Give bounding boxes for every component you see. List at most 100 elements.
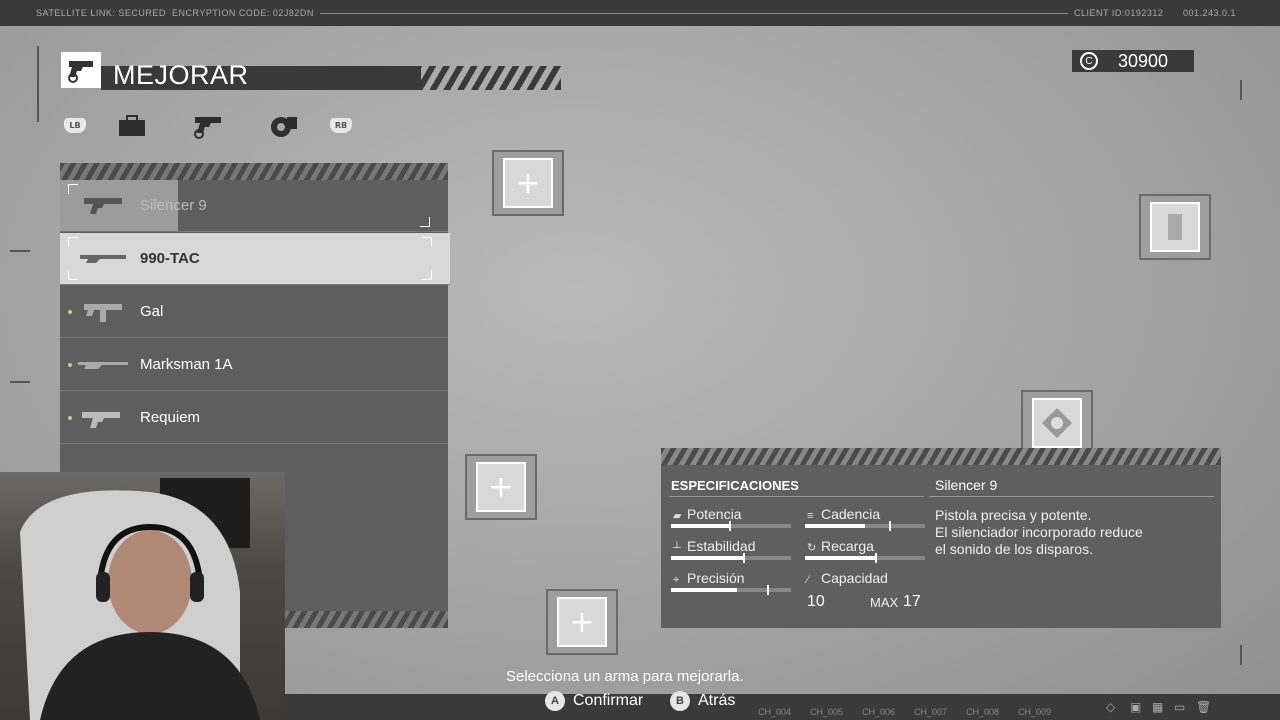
credits-display: C 30900 [1072,50,1194,72]
grid-icon: ▦ [1152,700,1164,714]
webcam-overlay [0,472,285,720]
weapon-item-marksman-1a[interactable]: Marksman 1A [60,339,448,391]
a-button-icon: A [545,691,565,711]
attachment-slot-left[interactable]: + [465,454,537,520]
frame-tick [1240,80,1242,100]
window-icon: ▭ [1174,700,1186,714]
corner-bracket [422,270,432,280]
add-icon: + [476,462,526,512]
emblem-icon [1032,398,1082,448]
specs-title: ESPECIFICACIONES [671,478,799,493]
briefcase-icon[interactable] [116,112,148,140]
rifle-thumbnail [78,362,128,369]
rb-button[interactable]: RB [330,118,352,133]
fire-rate-icon: ≡ [807,510,814,522]
stat-capacidad: ⁄ Capacidad [807,570,888,586]
encryption-code: ENCRYPTION CODE: 02J82DN [172,8,314,18]
stability-icon: ┴ [673,542,681,554]
magazine-slot[interactable] [1139,194,1211,260]
stat-bar [805,553,925,563]
stat-estabilidad: ┴ Estabilidad [673,538,756,554]
stat-cadencia: ≡ Cadencia [807,506,881,522]
corner-bracket [68,237,78,247]
credits-icon: C [1080,52,1098,70]
title-hatch [421,66,561,90]
weapon-name: Marksman 1A [140,356,233,373]
confirm-label: Confirmar [573,692,644,709]
pistol-thumbnail [84,198,122,214]
divider [669,496,924,497]
frame-line [37,46,39,122]
trash-icon: 🗑 [1196,700,1212,714]
pistol-gear-icon[interactable] [192,112,224,140]
client-id: CLIENT ID:0192312 [1074,8,1164,18]
revolver-thumbnail [82,412,120,428]
smg-thumbnail [84,304,122,322]
channel-label: CH_007 [914,707,948,717]
capacity-value: 10 [807,593,825,610]
frame-tick [1240,645,1242,665]
box-icon: ▣ [1130,700,1142,714]
stat-bar [805,521,925,531]
weapon-item-silencer-9[interactable]: Silencer 9 [60,180,448,232]
stat-recarga: ↻ Recarga [807,538,874,554]
channel-label: CH_006 [862,707,896,717]
channel-label: CH_008 [966,707,1000,717]
stat-bar [671,585,791,595]
satellite-status: SATELLITE LINK: SECURED [36,8,166,18]
weapon-item-gal[interactable]: Gal [60,286,448,338]
add-icon: + [557,597,607,647]
weapon-name: Gal [140,303,164,320]
weapon-item-990-tac[interactable]: 990-TAC [60,233,450,285]
back-label: Atrás [698,692,736,709]
top-status-bar: SATELLITE LINK: SECURED ENCRYPTION CODE:… [0,0,1280,26]
divider [320,13,1068,14]
specs-weapon-name: Silencer 9 [935,477,998,493]
stat-precision: ⌖ Precisión [673,570,745,586]
corner-bracket [422,237,432,247]
weapon-name: Requiem [140,409,201,426]
stat-potencia: ▰ Potencia [673,506,742,522]
new-indicator [68,310,72,314]
bullet-icon: ⁄ [807,574,809,586]
stat-bar [671,521,791,531]
corner-bracket [68,270,78,280]
weapon-name: 990-TAC [140,250,200,267]
emblem-slot[interactable] [1021,390,1093,456]
corner-bracket [68,184,78,194]
crosshair-icon: ⌖ [673,574,680,586]
magazine-icon [1150,202,1200,252]
channel-label: CH_004 [758,707,792,717]
money-gear-icon[interactable] [268,112,300,140]
version-number: 001.243.0.1 [1183,8,1237,18]
specs-header-hatch [661,448,1221,465]
confirm-button[interactable]: A Confirmar [545,691,643,711]
credits-amount: 30900 [1118,50,1169,71]
corner-bracket [420,217,430,227]
shotgun-thumbnail [80,255,126,263]
stat-bar [671,553,791,563]
back-button[interactable]: B Atrás [670,691,735,711]
new-indicator [68,363,72,367]
page-title: MEJORAR [113,60,249,90]
list-header-hatch [60,163,448,180]
weapon-description: Pistola precisa y potente. El silenciado… [935,507,1143,557]
streamer-silhouette [20,478,260,720]
weapon-item-requiem[interactable]: Requiem [60,392,448,444]
add-icon: + [503,158,553,208]
channel-label: CH_005 [810,707,844,717]
max-label: MAX [870,595,899,610]
reload-icon: ↻ [807,542,817,554]
channel-label: CH_009 [1018,707,1052,717]
upgrade-icon [61,52,101,88]
specs-panel: ESPECIFICACIONES Silencer 9 ▰ Potencia ≡ C… [661,448,1221,628]
attachment-slot-top[interactable]: + [492,150,564,216]
attachment-slot-bottom[interactable]: + [546,589,618,655]
frame-tick [10,250,30,252]
b-button-icon: B [670,691,690,711]
new-indicator [68,416,72,420]
max-value: 17 [903,593,921,610]
frame-tick [10,381,30,383]
lb-button[interactable]: LB [64,118,86,133]
divider [929,496,1214,497]
